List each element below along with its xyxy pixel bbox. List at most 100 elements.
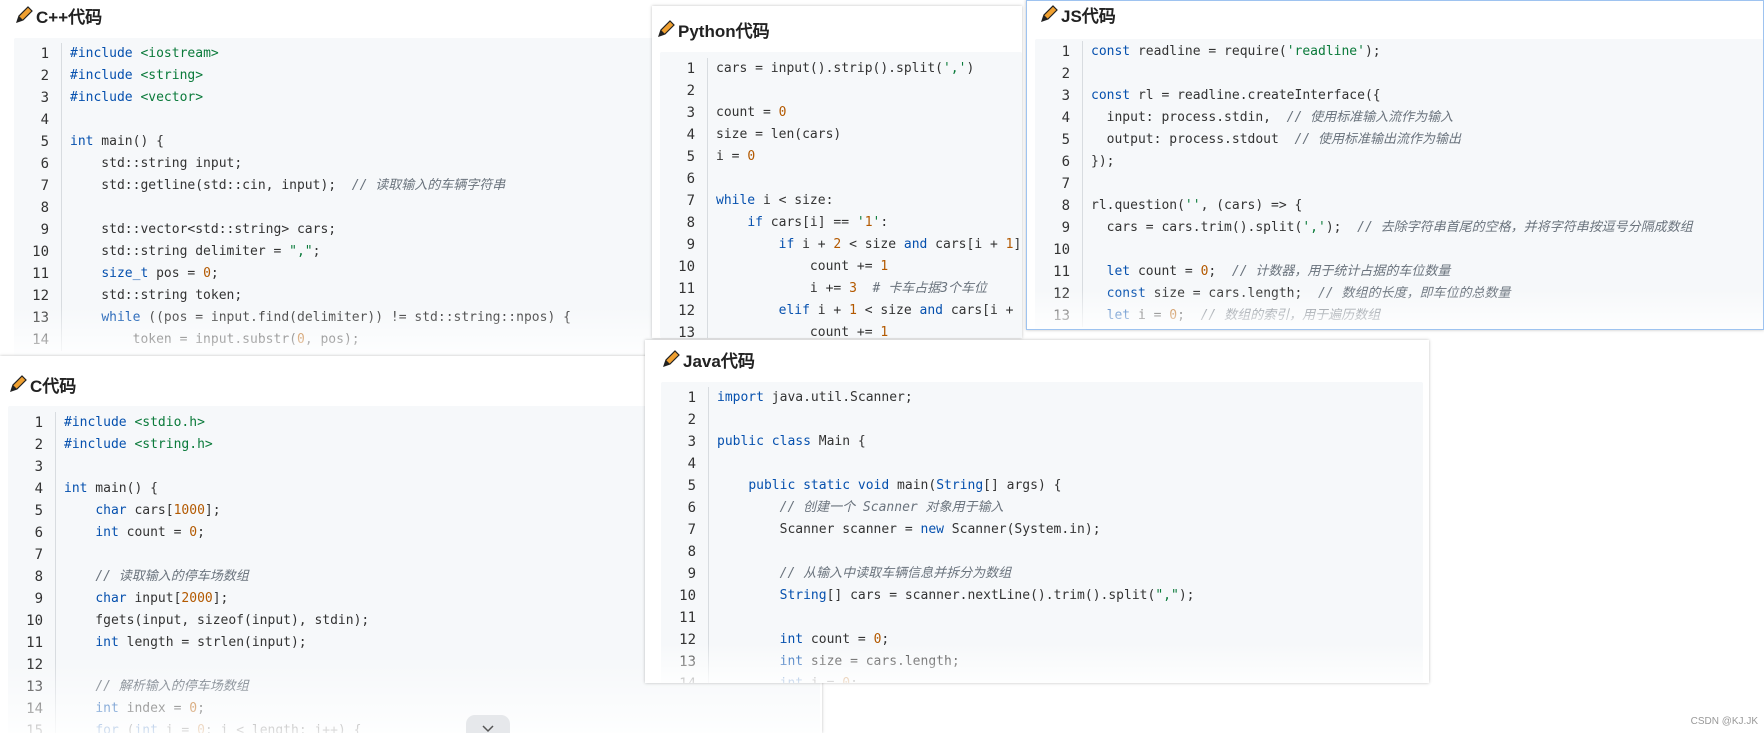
code-line: count += 1 (660, 256, 888, 278)
line-number (8, 412, 56, 434)
line-number (1035, 151, 1083, 173)
line-number (8, 456, 56, 478)
code-line: rl.question('', (cars) => { (1035, 195, 1302, 217)
line-number (661, 431, 709, 453)
cpp-code-block[interactable]: #include <iostream> #include <string> #inc… (14, 38, 720, 356)
line-number (8, 566, 56, 588)
line-number (660, 102, 708, 124)
code-text: count += 1 (716, 259, 889, 274)
cpp-panel-title: C++代码 (14, 4, 103, 27)
code-text: #include <vector> (70, 90, 204, 105)
line-number (8, 654, 56, 676)
code-line: char cars[1000]; (8, 500, 221, 522)
code-line: const readline = require('readline'); (1035, 41, 1381, 63)
code-line: count += 1 (660, 322, 888, 338)
code-line (8, 456, 64, 478)
line-number (14, 109, 62, 131)
code-text: const size = cars.length; // 数组的长度，即车位的总… (1106, 286, 1511, 301)
js-panel-title: JS代码 (1039, 3, 1116, 26)
code-line (1035, 63, 1091, 85)
code-line (661, 541, 717, 563)
code-text: cars = input().strip().split(',') (716, 61, 975, 76)
code-text: const readline = require('readline'); (1091, 44, 1381, 59)
code-text: }); (1091, 154, 1115, 169)
java-code-block[interactable]: import java.util.Scanner; public class Ma… (661, 382, 1423, 683)
code-line: size = len(cars) (660, 124, 841, 146)
code-line: import java.util.Scanner; (661, 387, 913, 409)
line-number (1035, 173, 1083, 195)
line-number (660, 146, 708, 168)
line-number (661, 607, 709, 629)
code-line: elif i + 1 < size and cars[i + 1] (660, 300, 1022, 322)
code-text: std::getline(std::cin, input); // 读取输入的车… (70, 178, 506, 193)
code-line: for (int i = 0; i < length; i++) { (8, 720, 361, 733)
code-text: token = input.substr(0, pos); (70, 332, 360, 347)
line-number (660, 190, 708, 212)
code-line: std::string delimiter = ","; (14, 241, 320, 263)
code-line: size_t pos = 0; (14, 263, 219, 285)
code-line: std::string token; (14, 285, 242, 307)
code-text: rl.question('', (cars) => { (1091, 198, 1303, 213)
line-number (660, 58, 708, 80)
code-text: i += 3 # 卡车占据3个车位 (716, 281, 988, 296)
code-text: // 创建一个 Scanner 对象用于输入 (779, 500, 1004, 515)
code-text: output: process.stdout // 使用标准输出流作为输出 (1091, 132, 1461, 147)
python-code-block[interactable]: cars = input().strip().split(',') count =… (660, 52, 1022, 338)
line-number (14, 43, 62, 65)
code-text: String[] cars = scanner.nextLine().trim(… (779, 588, 1195, 603)
code-text: import java.util.Scanner; (717, 390, 913, 405)
line-number (1035, 63, 1083, 85)
line-number (14, 329, 62, 351)
code-text: int size = cars.length; (779, 654, 960, 669)
line-number (14, 285, 62, 307)
code-text: for (int i = 0; i < length; i++) { (95, 723, 362, 733)
code-line: // 解析输入的停车场数组 (8, 676, 249, 698)
java-panel-title: Java代码 (661, 348, 755, 371)
js-code-block[interactable]: const readline = require('readline'); con… (1035, 39, 1763, 329)
line-number (660, 80, 708, 102)
code-text: count = 0 (716, 105, 787, 120)
line-number (14, 65, 62, 87)
line-number (661, 673, 709, 683)
line-number (8, 632, 56, 654)
line-number (8, 522, 56, 544)
code-line: int i = 0; (661, 673, 858, 683)
code-line: int main() { (14, 131, 164, 153)
code-text: // 读取输入的停车场数组 (95, 569, 249, 584)
c-panel-title: C代码 (8, 373, 76, 396)
java-code-panel: Java代码 import java.util.Scanner; public c… (645, 340, 1429, 683)
code-text: let count = 0; // 计数器，用于统计占据的车位数量 (1106, 264, 1451, 279)
line-number (660, 278, 708, 300)
code-text: char input[2000]; (95, 591, 229, 606)
line-number (1035, 261, 1083, 283)
code-line: cars = cars.trim().split(','); // 去除字符串首… (1035, 217, 1693, 239)
line-number (8, 720, 56, 733)
line-number (661, 585, 709, 607)
code-line: int length = strlen(input); (8, 632, 307, 654)
code-text: while ((pos = input.find(delimiter)) != … (101, 310, 571, 325)
line-number (660, 212, 708, 234)
code-line: // 创建一个 Scanner 对象用于输入 (661, 497, 1004, 519)
python-code-panel: Python代码 cars = input().strip().split(',… (652, 6, 1022, 338)
line-number (660, 234, 708, 256)
code-line: let i = 0; // 数组的索引，用于遍历数组 (1035, 305, 1380, 327)
code-line: if cars[i] == '1': (660, 212, 888, 234)
line-number (8, 676, 56, 698)
pencil-icon (16, 6, 33, 23)
line-number (1035, 239, 1083, 261)
code-text: public static void main(String[] args) { (748, 478, 1062, 493)
expand-code-button[interactable] (466, 715, 510, 733)
code-text: std::string token; (70, 288, 243, 303)
code-line: String[] cars = scanner.nextLine().trim(… (661, 585, 1194, 607)
code-line: #include <stdio.h> (8, 412, 205, 434)
code-line (1035, 239, 1091, 261)
cpp-panel-title-text: C++代码 (36, 7, 103, 27)
line-number (661, 651, 709, 673)
code-line: #include <string.h> (8, 434, 213, 456)
